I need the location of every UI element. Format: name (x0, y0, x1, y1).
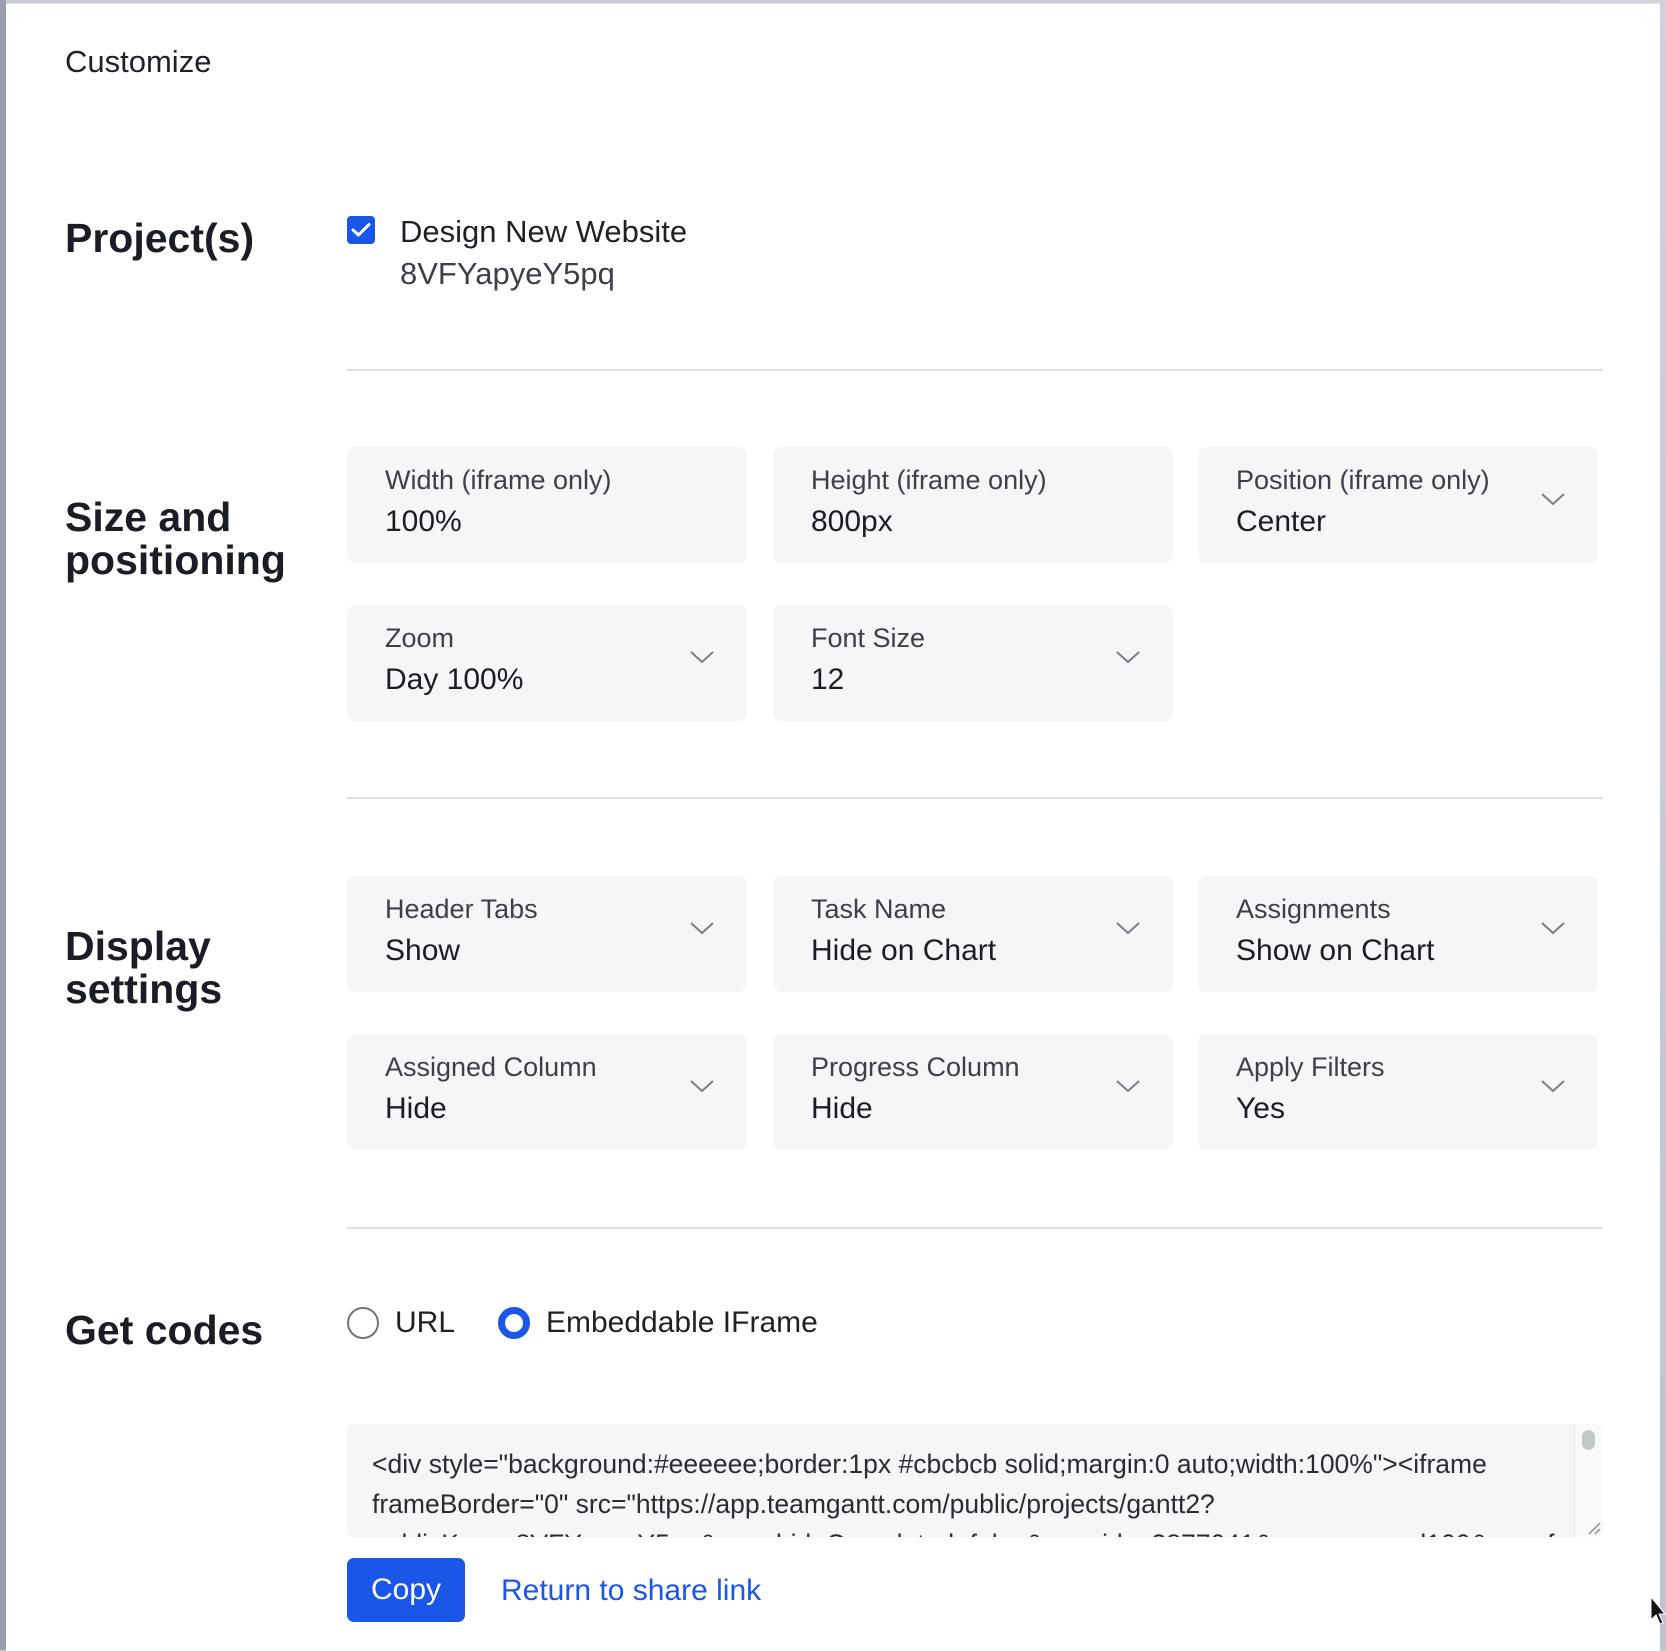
progress-column-select[interactable]: Progress Column Hide (773, 1034, 1173, 1150)
height-label: Height (iframe only) (811, 465, 1047, 495)
chevron-down-icon (690, 651, 714, 664)
chevron-down-icon (1541, 493, 1565, 506)
display-section-title: Display settings (65, 925, 222, 1011)
iframe-radio[interactable] (498, 1307, 530, 1339)
copy-button[interactable]: Copy (347, 1558, 465, 1622)
code-line: frameBorder="0" src="https://app.teamgan… (372, 1489, 1215, 1519)
size-section-title: Size and positioning (65, 496, 286, 582)
resize-handle-icon[interactable] (1585, 1519, 1601, 1535)
task-name-label: Task Name (811, 894, 947, 924)
codes-section-title: Get codes (65, 1307, 264, 1353)
chevron-down-icon (690, 922, 714, 935)
position-value: Center (1236, 505, 1327, 538)
project-checkbox[interactable] (347, 216, 375, 244)
height-field[interactable]: Height (iframe only) 800px (773, 447, 1173, 563)
projects-section-title: Project(s) (65, 215, 255, 261)
width-value: 100% (385, 505, 462, 538)
display-title-line2: settings (65, 966, 223, 1012)
width-label: Width (iframe only) (385, 465, 612, 495)
mouse-cursor-icon (1650, 1596, 1666, 1625)
panel-title: Customize (65, 44, 212, 79)
position-select[interactable]: Position (iframe only) Center (1198, 447, 1598, 563)
assignments-select[interactable]: Assignments Show on Chart (1198, 876, 1598, 992)
zoom-select[interactable]: Zoom Day 100% (347, 605, 747, 721)
width-field[interactable]: Width (iframe only) 100% (347, 447, 747, 563)
chevron-down-icon (1116, 922, 1140, 935)
apply-filters-select[interactable]: Apply Filters Yes (1198, 1034, 1598, 1150)
return-to-share-link[interactable]: Return to share link (501, 1574, 761, 1608)
progress-column-value: Hide (811, 1092, 873, 1125)
assignments-label: Assignments (1236, 894, 1391, 924)
url-radio-label[interactable]: URL (395, 1306, 455, 1340)
embed-code-textarea[interactable]: <div style="background:#eeeeee;border:1p… (347, 1424, 1603, 1537)
checkmark-icon (351, 223, 371, 237)
zoom-value: Day 100% (385, 663, 524, 696)
font-size-value: 12 (811, 663, 845, 696)
header-tabs-label: Header Tabs (385, 894, 538, 924)
chevron-down-icon (1541, 1080, 1565, 1093)
chevron-down-icon (1116, 651, 1140, 664)
assignments-value: Show on Chart (1236, 934, 1435, 967)
assigned-column-select[interactable]: Assigned Column Hide (347, 1034, 747, 1150)
iframe-radio-label[interactable]: Embeddable IFrame (546, 1306, 818, 1340)
project-name: Design New Website (400, 214, 688, 249)
header-tabs-select[interactable]: Header Tabs Show (347, 876, 747, 992)
scrollbar-thumb[interactable] (1582, 1430, 1595, 1450)
font-size-label: Font Size (811, 623, 926, 653)
assigned-column-value: Hide (385, 1092, 447, 1125)
task-name-value: Hide on Chart (811, 934, 997, 967)
chevron-down-icon (1541, 922, 1565, 935)
divider (347, 797, 1603, 799)
progress-column-label: Progress Column (811, 1052, 1020, 1082)
zoom-label: Zoom (385, 623, 455, 653)
size-title-line1: Size and (65, 494, 232, 540)
display-title-line1: Display (65, 923, 211, 969)
chevron-down-icon (1116, 1080, 1140, 1093)
customize-panel: Customize Project(s) Design New Website … (6, 3, 1660, 1651)
size-title-line2: positioning (65, 537, 286, 583)
code-line: <div style="background:#eeeeee;border:1p… (372, 1449, 1487, 1479)
divider (347, 369, 1603, 371)
project-id: 8VFYapyeY5pq (400, 256, 615, 291)
font-size-select[interactable]: Font Size 12 (773, 605, 1173, 721)
task-name-select[interactable]: Task Name Hide on Chart (773, 876, 1173, 992)
apply-filters-value: Yes (1236, 1092, 1285, 1125)
assigned-column-label: Assigned Column (385, 1052, 597, 1082)
url-radio[interactable] (347, 1307, 379, 1339)
position-label: Position (iframe only) (1236, 465, 1490, 495)
divider (347, 1227, 1603, 1229)
height-value: 800px (811, 505, 893, 538)
apply-filters-label: Apply Filters (1236, 1052, 1385, 1082)
chevron-down-icon (690, 1080, 714, 1093)
code-line: publicKeys=8VFYapyeY5pq&amp;hideComplete… (372, 1524, 1603, 1537)
header-tabs-value: Show (385, 934, 461, 967)
